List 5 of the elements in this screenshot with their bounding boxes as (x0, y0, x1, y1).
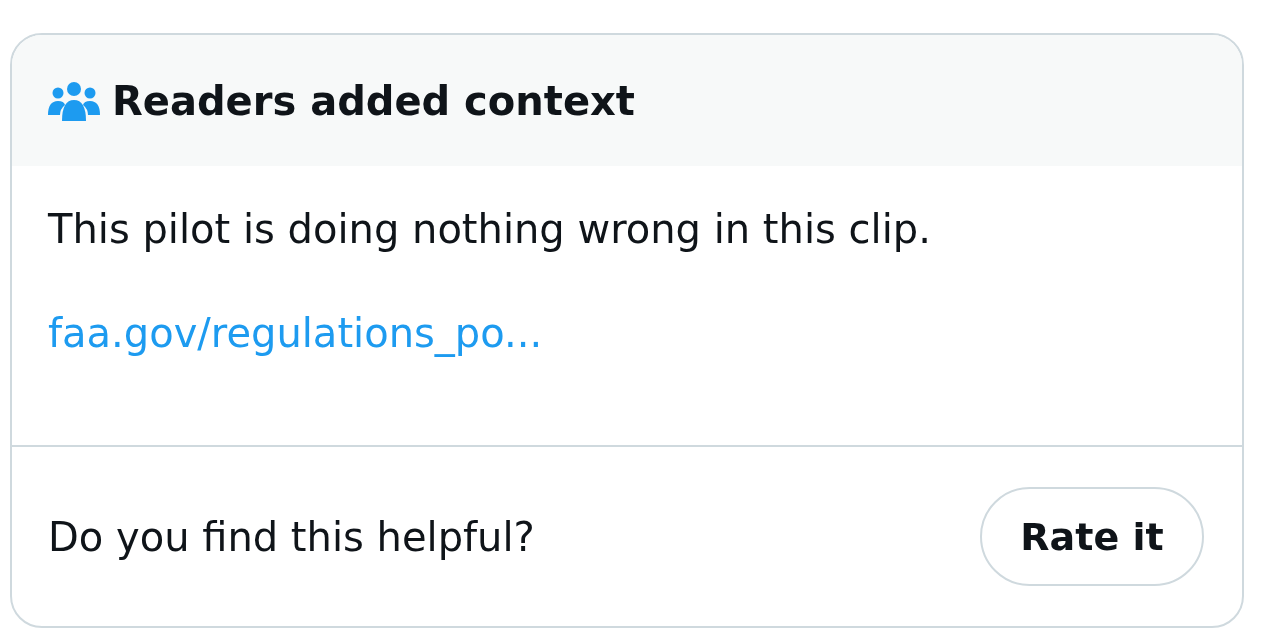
note-title: Readers added context (112, 77, 635, 124)
people-icon (48, 80, 100, 121)
note-text: This pilot is doing nothing wrong in this clip. (48, 206, 932, 252)
rate-button[interactable]: Rate it (980, 487, 1204, 586)
helpful-question: Do you find this helpful? (48, 513, 535, 560)
